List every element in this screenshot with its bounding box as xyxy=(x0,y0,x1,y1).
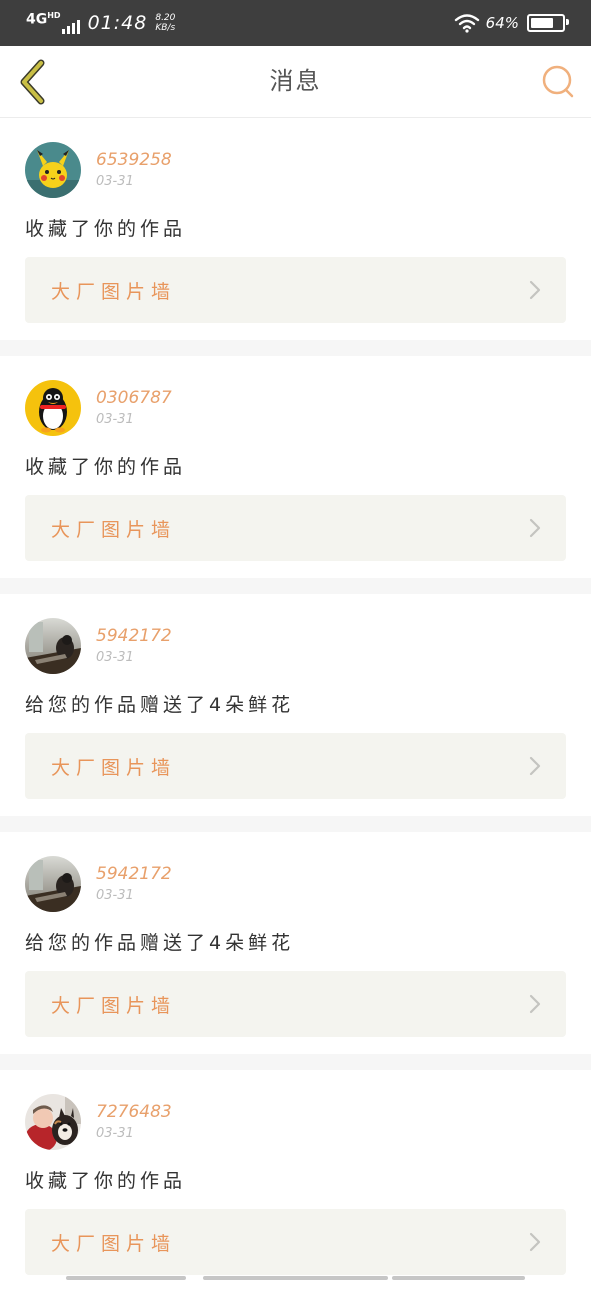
message-date: 03-31 xyxy=(96,174,134,189)
work-card[interactable]: 大厂图片墙 xyxy=(25,257,566,323)
network-speed: 8.20 KB/s xyxy=(155,13,176,33)
username[interactable]: 5942172 xyxy=(96,864,172,884)
nav-header: 消息 xyxy=(0,46,591,118)
work-card[interactable]: 大厂图片墙 xyxy=(25,1209,566,1275)
message-text: 给您的作品赠送了4朵鲜花 xyxy=(25,694,295,716)
username[interactable]: 5942172 xyxy=(96,626,172,646)
divider xyxy=(0,578,591,594)
message-item: 5942172 03-31 给您的作品赠送了4朵鲜花大厂图片墙 xyxy=(0,594,591,816)
work-title: 大厂图片墙 xyxy=(51,281,177,303)
work-title: 大厂图片墙 xyxy=(51,519,177,541)
avatar[interactable] xyxy=(25,618,81,674)
divider xyxy=(0,340,591,356)
battery-icon xyxy=(527,14,569,32)
chevron-right-icon xyxy=(529,518,541,538)
battery-level xyxy=(531,18,553,28)
message-text: 给您的作品赠送了4朵鲜花 xyxy=(25,932,295,954)
username[interactable]: 0306787 xyxy=(96,388,172,408)
signal-icon xyxy=(61,18,80,34)
chevron-right-icon xyxy=(529,994,541,1014)
message-item: 7276483 03-31 收藏了你的作品大厂图片墙 xyxy=(0,1070,591,1292)
chevron-right-icon xyxy=(529,756,541,776)
search-button[interactable] xyxy=(539,62,577,100)
message-list: 6539258 03-31 收藏了你的作品 大厂图片墙 0306787 03-31 收藏了你… xyxy=(0,118,591,1292)
battery-percent: 64% xyxy=(485,14,519,32)
message-date: 03-31 xyxy=(96,1126,134,1141)
work-title: 大厂图片墙 xyxy=(51,1233,177,1255)
chevron-right-icon xyxy=(529,1232,541,1252)
message-item: 5942172 03-31 给您的作品赠送了4朵鲜花大厂图片墙 xyxy=(0,832,591,1054)
status-bar: 4GHD 01:48 8.20 KB/s 64% xyxy=(0,0,591,46)
message-item: 0306787 03-31 收藏了你的作品大厂图片墙 xyxy=(0,356,591,578)
wifi-icon xyxy=(454,14,479,33)
work-card[interactable]: 大厂图片墙 xyxy=(25,495,566,561)
message-text: 收藏了你的作品 xyxy=(25,456,187,478)
page-title: 消息 xyxy=(269,67,322,95)
divider xyxy=(0,816,591,832)
clock: 01:48 xyxy=(87,12,148,34)
username[interactable]: 7276483 xyxy=(96,1102,172,1122)
message-text: 收藏了你的作品 xyxy=(25,218,187,240)
message-date: 03-31 xyxy=(96,888,134,903)
work-title: 大厂图片墙 xyxy=(51,757,177,779)
avatar[interactable] xyxy=(25,380,81,436)
divider xyxy=(0,1054,591,1070)
avatar[interactable] xyxy=(25,142,81,198)
work-title: 大厂图片墙 xyxy=(51,995,177,1017)
work-card[interactable]: 大厂图片墙 xyxy=(25,733,566,799)
search-icon xyxy=(542,65,574,98)
network-type: 4GHD xyxy=(26,10,61,28)
message-text: 收藏了你的作品 xyxy=(25,1170,187,1192)
avatar[interactable] xyxy=(25,1094,81,1150)
scrollbar[interactable] xyxy=(0,1275,591,1280)
username[interactable]: 6539258 xyxy=(96,150,172,170)
chevron-right-icon xyxy=(529,280,541,300)
message-date: 03-31 xyxy=(96,412,134,427)
message-date: 03-31 xyxy=(96,650,134,665)
work-card[interactable]: 大厂图片墙 xyxy=(25,971,566,1037)
avatar[interactable] xyxy=(25,856,81,912)
message-item: 6539258 03-31 收藏了你的作品大厂图片墙 xyxy=(0,118,591,340)
